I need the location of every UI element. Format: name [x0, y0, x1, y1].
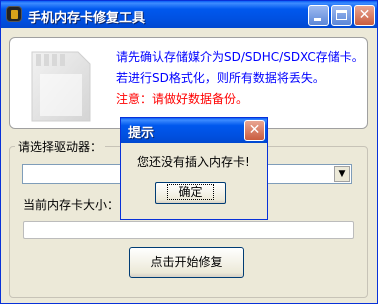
close-button[interactable]: ✕ — [354, 5, 375, 26]
title-bar[interactable]: 手机内存卡修复工具 ✕ — [1, 1, 377, 28]
dialog-title: 提示 — [128, 126, 155, 141]
sd-chip-icon — [6, 6, 22, 22]
maximize-icon — [336, 10, 347, 20]
window-title: 手机内存卡修复工具 — [28, 11, 146, 26]
minimize-button[interactable] — [308, 5, 329, 26]
dialog-title-bar[interactable]: 提示 ✕ — [121, 118, 267, 143]
start-repair-button[interactable]: 点击开始修复 — [129, 247, 244, 278]
sd-card-icon — [31, 51, 91, 122]
minimize-icon — [314, 18, 321, 21]
drive-group-label: 请选择驱动器： — [15, 138, 106, 155]
dialog-ok-label: 确定 — [167, 184, 214, 200]
info-line-2: 若进行SD格式化，则所有数据将丢失。 — [116, 71, 325, 85]
maximize-button[interactable] — [331, 5, 352, 26]
info-warning: 注意：请做好数据备份。 — [116, 92, 249, 106]
dialog-ok-button[interactable]: 确定 — [155, 182, 226, 204]
app-window: 手机内存卡修复工具 ✕ 请先确认存储媒介为SD/SDHC/SDXC存储卡。 若进… — [0, 0, 378, 304]
close-icon: ✕ — [358, 7, 371, 23]
chevron-down-icon[interactable]: ▼ — [334, 166, 350, 182]
alert-dialog: 提示 ✕ 您还没有插入内存卡! 确定 — [120, 117, 268, 220]
info-line-1: 请先确认存储媒介为SD/SDHC/SDXC存储卡。 — [116, 50, 364, 64]
dialog-close-button[interactable]: ✕ — [244, 120, 265, 141]
card-size-label: 当前内存卡大小： — [23, 198, 120, 212]
info-panel: 请先确认存储媒介为SD/SDHC/SDXC存储卡。 若进行SD格式化，则所有数据… — [9, 37, 368, 129]
dialog-message: 您还没有插入内存卡! — [137, 155, 250, 169]
repair-progress-bar — [23, 221, 354, 239]
